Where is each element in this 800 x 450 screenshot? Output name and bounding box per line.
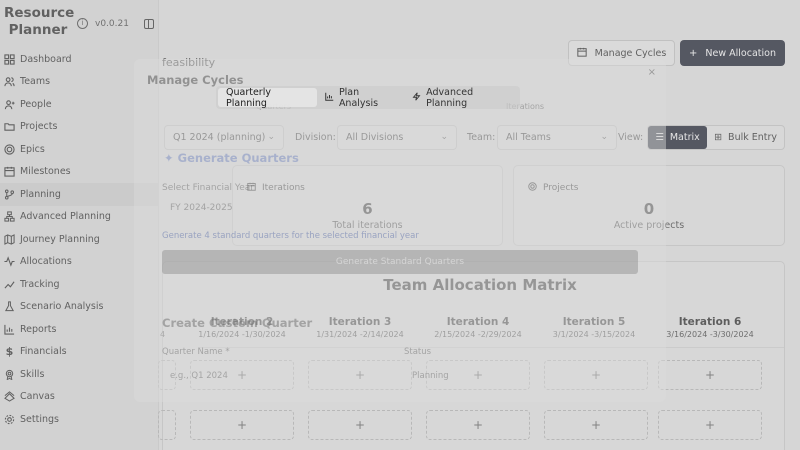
generate-quarters-heading: ✦ Generate Quarters — [164, 151, 299, 165]
status-select[interactable]: Planning — [412, 371, 449, 381]
financial-year-label: Select Financial Year — [162, 183, 254, 193]
tab-plan-analysis[interactable]: Plan Analysis — [317, 86, 404, 109]
tab-advanced-planning[interactable]: Advanced Planning — [404, 86, 518, 109]
bar-chart-icon — [325, 92, 334, 104]
financial-year-select[interactable]: FY 2024-2025 — [170, 203, 233, 213]
create-custom-quarter-heading: Create Custom Quarter — [162, 316, 313, 330]
close-icon[interactable]: × — [648, 67, 656, 78]
status-label: Status — [404, 347, 432, 357]
manage-cycles-dialog: Manage Cycles × Quarters Iterations Quar… — [134, 59, 666, 402]
tab-label: Plan Analysis — [338, 86, 379, 109]
quarter-name-label: Quarter Name * — [162, 347, 230, 357]
dialog-title: Manage Cycles — [147, 73, 244, 87]
quarter-name-input[interactable]: e.g., Q1 2024 — [170, 371, 228, 381]
generate-standard-quarters-button[interactable]: Generate Standard Quarters — [162, 250, 638, 274]
financial-year-note: Generate 4 standard quarters for the sel… — [162, 231, 419, 241]
tab-label: Advanced Planning — [426, 86, 474, 109]
zap-icon — [412, 91, 421, 104]
tab-label: Quarterly Planning — [226, 86, 271, 109]
generate-button-label: Generate Standard Quarters — [335, 257, 465, 267]
dialog-tabs: Quarterly Planning Plan Analysis Advance… — [216, 86, 520, 109]
tab-quarterly-planning[interactable]: Quarterly Planning — [218, 86, 317, 109]
generate-quarters-heading-text: Generate Quarters — [177, 151, 299, 165]
